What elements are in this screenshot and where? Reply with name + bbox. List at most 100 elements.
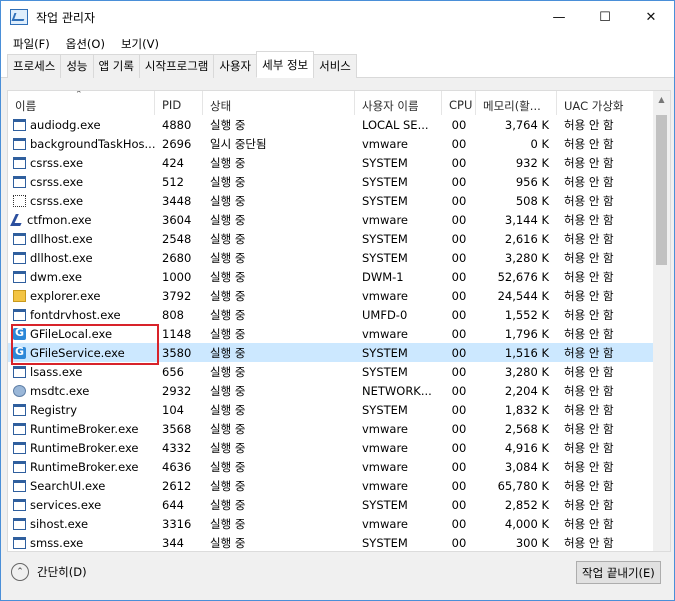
process-uac-cell: 허용 안 함 [564, 478, 614, 493]
process-mem-cell: 2,616 K [504, 231, 549, 246]
column-header-state[interactable]: 상태 [203, 91, 355, 115]
tab-processes[interactable]: 프로세스 [7, 54, 62, 78]
process-pid-cell: 2612 [162, 478, 192, 493]
tab-startup[interactable]: 시작프로그램 [138, 54, 215, 78]
process-name: services.exe [30, 497, 102, 512]
process-user-cell: vmware [362, 478, 409, 493]
column-header-user[interactable]: 사용자 이름 [355, 91, 442, 115]
table-row[interactable]: dllhost.exe 2548 실행 중 SYSTEM 00 2,616 K 허용 안 함 [8, 229, 670, 248]
process-mem-cell: 4,916 K [504, 440, 549, 455]
process-name: RuntimeBroker.exe [30, 440, 139, 455]
table-row[interactable]: backgroundTaskHos... 2696 일시 중단됨 vmware 00 0 … [8, 134, 670, 153]
process-cpu-cell: 00 [451, 459, 467, 474]
process-mem-cell: 2,204 K [504, 383, 549, 398]
tab-services[interactable]: 서비스 [313, 54, 357, 78]
table-row[interactable]: dllhost.exe 2680 실행 중 SYSTEM 00 3,280 K 허용 안 함 [8, 248, 670, 267]
column-header-uac[interactable]: UAC 가상화 [557, 91, 653, 115]
process-user-cell: vmware [362, 212, 409, 227]
close-button[interactable]: ✕ [628, 1, 674, 33]
table-row[interactable]: SearchUI.exe 2612 실행 중 vmware 00 65,780 K 허용 안… [8, 476, 670, 495]
table-row[interactable]: RuntimeBroker.exe 4332 실행 중 vmware 00 4,916 K… [8, 438, 670, 457]
process-name-cell: audiodg.exe [8, 118, 155, 132]
table-row[interactable]: smss.exe 344 실행 중 SYSTEM 00 300 K 허용 안 함 [8, 533, 670, 551]
table-row[interactable]: csrss.exe 3448 실행 중 SYSTEM 00 508 K 허용 안 함 [8, 191, 670, 210]
process-mem-cell: 3,084 K [504, 459, 549, 474]
process-pid-cell: 2932 [162, 383, 192, 398]
app-process-icon [13, 365, 26, 378]
process-mem-cell: 2,852 K [504, 497, 549, 512]
process-mem-cell: 1,516 K [504, 345, 549, 360]
fewer-details-button[interactable]: ⌃ 간단히(D) [11, 563, 87, 581]
process-user-cell: SYSTEM [362, 402, 408, 417]
table-row[interactable]: audiodg.exe 4880 실행 중 LOCAL SE... 00 3,764 K 허… [8, 115, 670, 134]
table-row[interactable]: msdtc.exe 2932 실행 중 NETWORK... 00 2,204 K 허용 안… [8, 381, 670, 400]
msdtc-process-icon [13, 384, 26, 397]
scroll-thumb[interactable] [656, 115, 667, 265]
process-name: backgroundTaskHos... [30, 136, 155, 151]
process-name-cell: dwm.exe [8, 270, 155, 284]
process-uac-cell: 허용 안 함 [564, 174, 614, 189]
footer: ⌃ 간단히(D) 작업 끝내기(E) [1, 556, 674, 600]
process-state-cell: 실행 중 [210, 288, 246, 303]
process-state-cell: 실행 중 [210, 326, 246, 341]
table-row[interactable]: services.exe 644 실행 중 SYSTEM 00 2,852 K 허용 안 함 [8, 495, 670, 514]
menu-file[interactable]: 파일(F) [5, 36, 58, 52]
tab-details[interactable]: 세부 정보 [256, 51, 315, 78]
process-uac-cell: 허용 안 함 [564, 383, 614, 398]
process-state-cell: 실행 중 [210, 459, 246, 474]
table-row[interactable]: sihost.exe 3316 실행 중 vmware 00 4,000 K 허용 안 함 [8, 514, 670, 533]
process-name-cell: sihost.exe [8, 517, 155, 531]
process-pid-cell: 2548 [162, 231, 192, 246]
process-mem-cell: 0 K [530, 136, 549, 151]
process-cpu-cell: 00 [451, 402, 467, 417]
app-process-icon [13, 498, 26, 511]
table-row[interactable]: dwm.exe 1000 실행 중 DWM-1 00 52,676 K 허용 안 함 [8, 267, 670, 286]
app-process-icon [13, 232, 26, 245]
tab-app-history[interactable]: 앱 기록 [92, 54, 140, 78]
tab-users[interactable]: 사용자 [213, 54, 258, 78]
table-row[interactable]: csrss.exe 512 실행 중 SYSTEM 00 956 K 허용 안 함 [8, 172, 670, 191]
app-process-icon [13, 156, 26, 169]
process-name: sihost.exe [30, 516, 89, 531]
menu-view[interactable]: 보기(V) [113, 36, 167, 52]
process-pid-cell: 1000 [162, 269, 192, 284]
column-header-cpu[interactable]: CPU [442, 91, 476, 115]
process-state-cell: 실행 중 [210, 155, 246, 170]
table-row[interactable]: fontdrvhost.exe 808 실행 중 UMFD-0 00 1,552 K 허용 … [8, 305, 670, 324]
process-state-cell: 일시 중단됨 [210, 136, 267, 151]
table-row[interactable]: Registry 104 실행 중 SYSTEM 00 1,832 K 허용 안 함 [8, 400, 670, 419]
table-row[interactable]: ctfmon.exe 3604 실행 중 vmware 00 3,144 K 허용 안 함 [8, 210, 670, 229]
process-name-cell: dllhost.exe [8, 232, 155, 246]
column-header-pid[interactable]: PID [155, 91, 203, 115]
process-name: RuntimeBroker.exe [30, 459, 139, 474]
process-pid-cell: 512 [162, 174, 184, 189]
process-name-cell: SearchUI.exe [8, 479, 155, 493]
process-uac-cell: 허용 안 함 [564, 421, 614, 436]
column-header-memory[interactable]: 메모리(활... [476, 91, 557, 115]
process-mem-cell: 956 K [515, 174, 549, 189]
table-row[interactable]: explorer.exe 3792 실행 중 vmware 00 24,544 K 허용 안… [8, 286, 670, 305]
process-name-cell: csrss.exe [8, 156, 155, 170]
vertical-scrollbar[interactable]: ▲ [653, 91, 670, 551]
table-row[interactable]: RuntimeBroker.exe 3568 실행 중 vmware 00 2,568 K… [8, 419, 670, 438]
process-name: SearchUI.exe [30, 478, 106, 493]
table-row[interactable]: csrss.exe 424 실행 중 SYSTEM 00 932 K 허용 안 함 [8, 153, 670, 172]
maximize-button[interactable]: ☐ [582, 1, 628, 33]
minimize-button[interactable]: — [536, 1, 582, 33]
scroll-up-icon[interactable]: ▲ [653, 91, 670, 108]
process-name-cell: RuntimeBroker.exe [8, 422, 155, 436]
process-name: dllhost.exe [30, 231, 93, 246]
window-title: 작업 관리자 [36, 10, 96, 25]
process-name-cell: backgroundTaskHos... [8, 137, 155, 151]
table-row[interactable]: RuntimeBroker.exe 4636 실행 중 vmware 00 3,084 K… [8, 457, 670, 476]
process-mem-cell: 300 K [515, 535, 549, 550]
process-cpu-cell: 00 [451, 288, 467, 303]
process-uac-cell: 허용 안 함 [564, 402, 614, 417]
end-task-button[interactable]: 작업 끝내기(E) [576, 561, 661, 584]
process-user-cell: vmware [362, 288, 409, 303]
process-uac-cell: 허용 안 함 [564, 155, 614, 170]
tab-performance[interactable]: 성능 [60, 54, 94, 78]
process-pid-cell: 3568 [162, 421, 192, 436]
process-name-cell: explorer.exe [8, 289, 155, 303]
menu-options[interactable]: 옵션(O) [58, 36, 113, 52]
